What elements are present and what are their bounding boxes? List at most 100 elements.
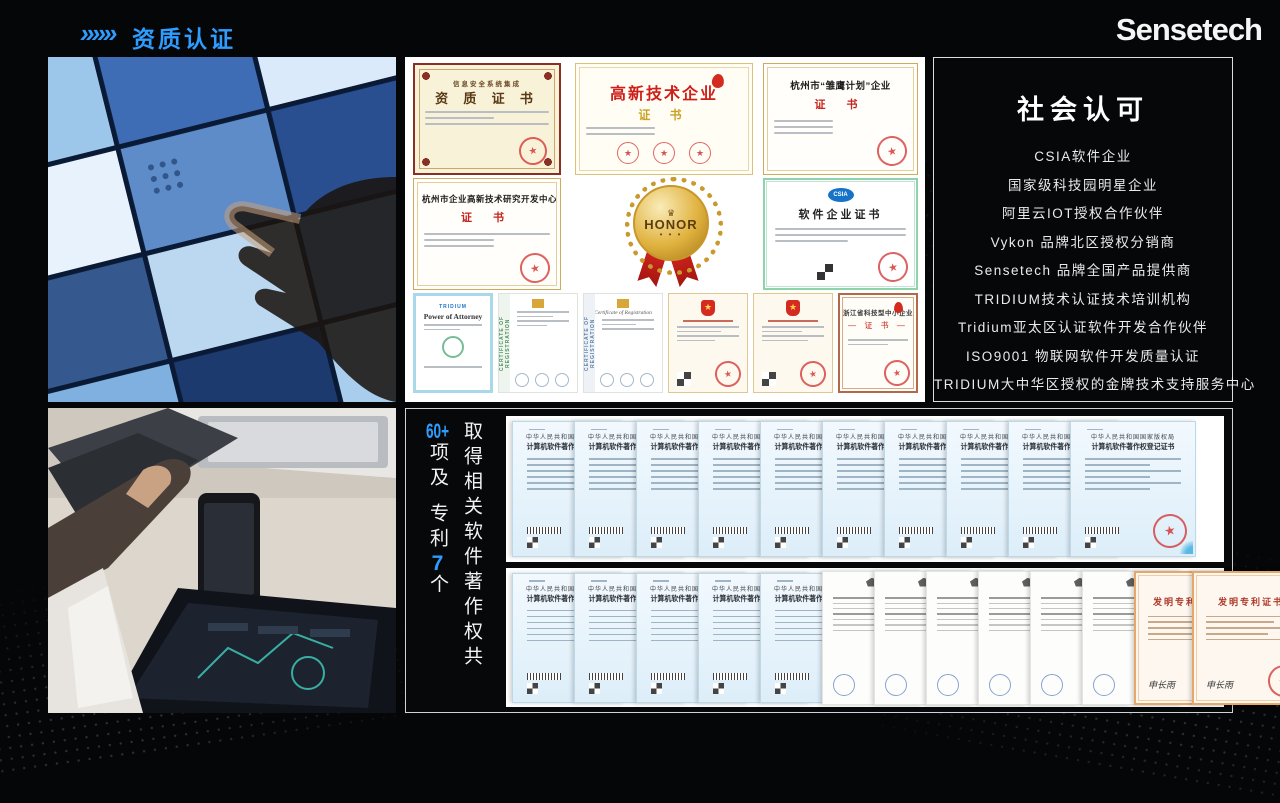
text-line: [1085, 458, 1181, 460]
qr-code: [651, 683, 662, 694]
corner-flourish: [653, 429, 669, 431]
certificate-title: 软件企业证书: [765, 206, 916, 222]
text-line: [713, 640, 764, 642]
caption-col-left: 专利7个: [427, 503, 448, 599]
qr-code: [713, 683, 724, 694]
text-line: [899, 476, 950, 478]
text-line: [775, 240, 848, 242]
text-line: [762, 331, 802, 333]
qr-code: [837, 537, 848, 548]
corner-flourish: [529, 429, 545, 431]
social-recognition-list: CSIA软件企业 国家级科技园明星企业 阿里云IOT授权合作伙伴 Vykon 品…: [934, 143, 1232, 400]
certificate-iso-registration-2: CERTIFICATE OF REGISTRATION Certificate …: [583, 293, 663, 393]
red-seal: ★: [1265, 662, 1280, 700]
certificate-body: [1071, 458, 1195, 490]
text-line: [848, 339, 908, 341]
seal-row: ★ ★ ★: [576, 142, 752, 164]
certificates-panel: 信息安全系统集成 资 质 证 书 ★ 高新技术企业 证 书 ★ ★ ★ 杭州市“…: [405, 57, 925, 402]
barcode: [899, 527, 933, 534]
certificate-subtitle: 证 书: [576, 106, 752, 123]
csia-logo: CSIA: [828, 188, 854, 202]
text-line: [677, 340, 715, 342]
header-chevrons-icon: »»»: [80, 18, 114, 49]
blue-seal: [1093, 674, 1115, 696]
text-line: [651, 640, 702, 642]
corner-ornament: [421, 157, 431, 167]
qr-code: [1023, 537, 1034, 548]
text-line: [775, 640, 826, 642]
text-line: [762, 335, 824, 337]
text-line: [1023, 488, 1074, 490]
corner-flourish: [839, 429, 855, 431]
list-item: TRIDIUM大中华区授权的金牌技术支持服务中心: [934, 371, 1232, 400]
text-line: [837, 464, 888, 466]
certificate-rnd-center: 杭州市企业高新技术研究开发中心 证 书 ★: [413, 178, 561, 290]
small-certificates-row: TRIDIUM Power of Attorney CERTIFICATE OF…: [405, 293, 925, 396]
text-line: [1085, 470, 1181, 472]
text-line: [586, 127, 655, 129]
text-line: [837, 488, 888, 490]
text-line: [713, 628, 764, 630]
certificate-title: 杭州市企业高新技术研究开发中心: [422, 193, 552, 205]
text-line: [589, 628, 640, 630]
qr-code: [651, 537, 662, 548]
text-line: [762, 340, 808, 342]
certificate-iso-registration-1: CERTIFICATE OF REGISTRATION: [498, 293, 578, 393]
slide: { "colors": { "accent": "#2f9dff", "seal…: [0, 0, 1280, 720]
corner-flourish: [591, 580, 607, 582]
text-line: [527, 616, 578, 618]
logo-circle: [620, 373, 634, 387]
corner-flourish: [1087, 429, 1103, 431]
text-line: [424, 329, 460, 331]
text-line: [677, 335, 739, 337]
certificate-eagle-plan: 杭州市“雏鹰计划”企业 证 书 ★: [763, 63, 918, 175]
text-line: [775, 476, 826, 478]
text-line: [517, 311, 569, 313]
text-line: [589, 488, 640, 490]
qr-code: [961, 537, 972, 548]
copyright-strip-bottom: 中华人民共和国国家版权局 计算机软件著作权登记证书 中华人民共和国国家版权局 计…: [506, 568, 1224, 707]
barcode: [775, 527, 809, 534]
list-item: CSIA软件企业: [934, 143, 1232, 172]
text-line: [424, 233, 550, 235]
text-line: [775, 628, 826, 630]
red-seal: ★: [689, 142, 711, 164]
side-band-text: CERTIFICATE OF REGISTRATION: [499, 294, 510, 392]
text-line: [517, 325, 547, 327]
certificate-title: 浙江省科技型中小企业: [840, 307, 916, 317]
certificate-title: 杭州市“雏鹰计划”企业: [772, 78, 909, 92]
blue-seal: [937, 674, 959, 696]
text-line: [1085, 464, 1150, 466]
blue-seal: [1041, 674, 1063, 696]
corner-ornament: [421, 71, 431, 81]
qr-code: [817, 264, 833, 280]
text-line: [961, 476, 1012, 478]
red-seal: ★: [517, 250, 553, 286]
qr-code: [899, 537, 910, 548]
text-line: [899, 488, 950, 490]
text-line: [424, 366, 482, 368]
text-line: [775, 464, 826, 466]
text-line: [651, 476, 702, 478]
text-line: [527, 476, 578, 478]
text-line: [424, 239, 494, 241]
certificate-title: Certificate of Registration: [584, 310, 662, 316]
logo-circle: [600, 373, 614, 387]
text-line: [775, 234, 906, 236]
certificate-subtitle: 证 书: [414, 209, 560, 225]
text-line: [1085, 482, 1181, 484]
text-line: [651, 488, 702, 490]
barcode: [527, 527, 561, 534]
crown-icon: ♛: [667, 209, 675, 217]
corner-flourish: [529, 580, 545, 582]
certificate-hitech-enterprise: 高新技术企业 证 书 ★ ★ ★: [575, 63, 753, 175]
text-line: [425, 111, 549, 113]
honor-medal: ♛ HONOR • • •: [611, 175, 729, 293]
certificate-title: 发明专利证书: [1194, 595, 1280, 608]
barcode: [527, 673, 561, 680]
certificate-header: 中华人民共和国国家版权局: [1071, 432, 1195, 441]
text-line: [1206, 616, 1280, 617]
corner-flourish: [715, 580, 731, 582]
text-line: [837, 476, 888, 478]
barcode: [713, 673, 747, 680]
